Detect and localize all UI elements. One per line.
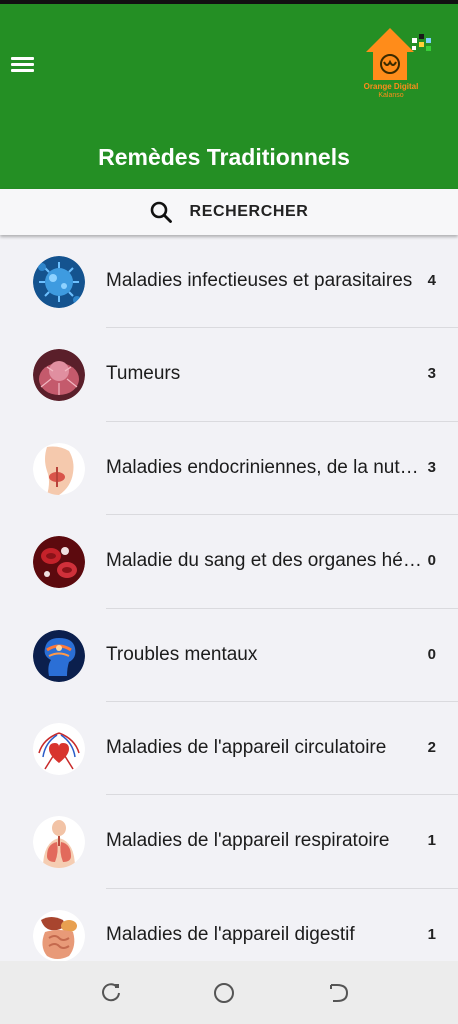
list-item[interactable]: Maladies de l'appareil circulatoire 2 — [0, 702, 458, 796]
home-button[interactable] — [212, 981, 236, 1005]
tumor-icon — [33, 349, 85, 402]
virus-icon — [33, 256, 85, 308]
list-item[interactable]: Maladies endocriniennes, de la nutrition… — [0, 422, 458, 516]
recent-apps-icon — [102, 983, 120, 1002]
search-icon — [150, 201, 172, 223]
recent-apps-button[interactable] — [99, 981, 123, 1005]
search-button[interactable]: RECHERCHER — [0, 189, 458, 235]
thyroid-icon — [33, 442, 85, 495]
home-circle-icon — [214, 983, 234, 1003]
item-label: Maladies de l'appareil respiratoire — [106, 830, 390, 852]
digestive-system-icon — [33, 909, 85, 962]
item-label: Maladies endocriniennes, de la nutrition… — [106, 456, 424, 478]
item-count: 0 — [427, 645, 436, 663]
list-item[interactable]: Maladies de l'appareil respiratoire 1 — [0, 795, 458, 889]
item-count: 3 — [427, 458, 436, 476]
item-label: Troubles mentaux — [106, 643, 258, 665]
item-count: 1 — [427, 832, 436, 850]
app-bar: Orange Digital Kalanso Remèdes Tradition… — [0, 4, 458, 189]
menu-icon[interactable] — [10, 56, 36, 76]
item-count: 3 — [427, 365, 436, 383]
list-item[interactable]: Maladies infectieuses et parasitaires 4 — [0, 235, 458, 329]
item-label: Maladies de l'appareil circulatoire — [106, 736, 387, 758]
logo-text: Orange Digital — [363, 82, 419, 91]
item-label: Maladie du sang et des organes hématopoï… — [106, 550, 424, 572]
item-label: Tumeurs — [106, 363, 181, 385]
blood-cells-icon — [33, 536, 85, 589]
heart-icon — [33, 722, 85, 775]
list-item[interactable]: Tumeurs 3 — [0, 328, 458, 422]
item-count: 0 — [427, 552, 436, 570]
page-title: Remèdes Traditionnels — [98, 144, 350, 170]
list-item[interactable]: Maladie du sang et des organes hématopoï… — [0, 515, 458, 609]
category-list: Maladies infectieuses et parasitaires 4 … — [0, 235, 458, 982]
item-label: Maladies de l'appareil digestif — [106, 923, 355, 945]
brain-icon — [33, 629, 85, 682]
item-label: Maladies infectieuses et parasitaires — [106, 270, 413, 291]
item-count: 2 — [427, 738, 436, 756]
list-item[interactable]: Troubles mentaux 0 — [0, 609, 458, 702]
orange-digital-kalanso-logo: Orange Digital Kalanso — [360, 26, 436, 108]
search-label: RECHERCHER — [189, 203, 309, 220]
back-icon — [330, 984, 349, 1002]
system-navigation-bar — [0, 961, 458, 1024]
item-count: 1 — [427, 925, 436, 943]
logo-subtext: Kalanso — [378, 92, 404, 99]
lungs-icon — [33, 816, 85, 869]
back-button[interactable] — [327, 981, 351, 1005]
item-count: 4 — [427, 272, 436, 289]
